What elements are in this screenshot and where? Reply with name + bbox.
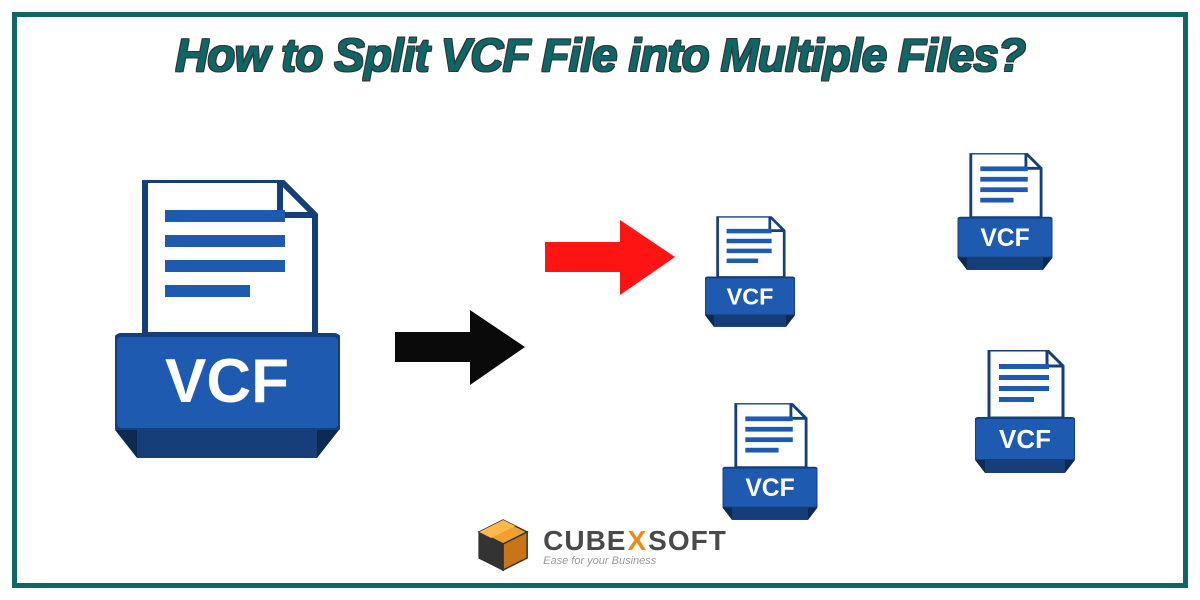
svg-text:VCF: VCF <box>999 424 1051 454</box>
svg-text:VCF: VCF <box>980 225 1029 252</box>
arrow-right-black-icon <box>395 310 525 390</box>
vcf-large-label: VCF <box>165 347 289 416</box>
brand-name-part2: SOFT <box>648 525 727 557</box>
brand-text: CUBEXSOFT Ease for your Business <box>543 525 727 567</box>
arrow-right-red-icon <box>545 220 675 300</box>
vcf-large-file-icon: VCF <box>115 180 340 460</box>
brand-logo: CUBEXSOFT Ease for your Business <box>473 516 727 576</box>
svg-text:VCF: VCF <box>745 475 794 502</box>
cube-icon <box>473 516 533 576</box>
vcf-small-file-icon: VCF <box>723 403 818 522</box>
banner-frame: How to Split VCF File into Multiple File… <box>0 0 1200 600</box>
vcf-small-file-icon: VCF <box>705 216 795 329</box>
headline-text: How to Split VCF File into Multiple File… <box>0 28 1200 82</box>
brand-name-part1: CUBE <box>543 525 626 557</box>
vcf-small-file-icon: VCF <box>958 153 1053 272</box>
brand-tagline: Ease for your Business <box>543 555 727 567</box>
vcf-small-file-icon: VCF <box>975 350 1075 475</box>
svg-text:VCF: VCF <box>727 283 774 309</box>
brand-name-x: X <box>627 525 647 557</box>
